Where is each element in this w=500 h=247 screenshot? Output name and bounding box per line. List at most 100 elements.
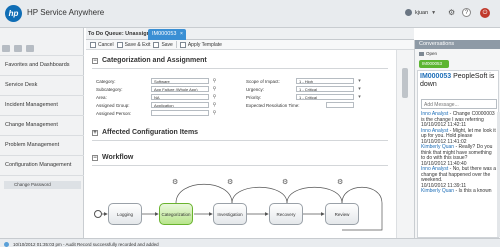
workflow-stage-investigation[interactable]: Investigation	[213, 203, 247, 225]
workflow-stage-recovery[interactable]: Recovery	[269, 203, 303, 225]
help-icon[interactable]: ?	[462, 8, 471, 17]
save-exit-button[interactable]: Save & Exit	[116, 41, 150, 48]
save-icon	[153, 41, 160, 48]
list-item: Kimberly Quan - Is this a known	[421, 188, 497, 195]
power-icon[interactable]: ⏻	[480, 8, 490, 18]
subcategory-label: Subcategory:	[96, 87, 123, 92]
list-item: Inno Analyst - Might, let me look it up …	[421, 128, 497, 146]
sidebar-item-service-desk[interactable]: Service Desk	[0, 75, 84, 95]
message-list: Inno Analyst - Change C0000003 is the ch…	[421, 111, 497, 195]
list-icon[interactable]	[26, 44, 34, 52]
workflow-stage-categorization[interactable]: Categorization	[159, 203, 193, 225]
user-menu[interactable]: kjuan ▼	[405, 9, 436, 16]
hp-logo: hp	[5, 5, 22, 22]
divider	[92, 140, 388, 141]
tab-record-label: IM000053	[152, 31, 177, 37]
expected-resolution-label: Expected Resolution Time:	[246, 103, 300, 108]
priority-field[interactable]: 1 - Critical	[296, 94, 354, 100]
folder-icon	[419, 51, 424, 56]
toolbar-divider	[175, 41, 177, 48]
section-categorization[interactable]: − Categorization and Assignment	[92, 57, 207, 64]
divider	[92, 165, 388, 166]
scope-field[interactable]: 1 - High	[296, 78, 354, 84]
search-icon[interactable]: ⚲	[211, 94, 218, 100]
subcategory-field[interactable]: App Failure (Whole App)	[151, 86, 209, 92]
divider	[92, 68, 388, 69]
chevron-down-icon[interactable]: ▾	[356, 78, 363, 84]
gear-icon: ⚙	[227, 178, 233, 186]
category-field[interactable]: Software	[151, 78, 209, 84]
expand-icon[interactable]: +	[92, 129, 98, 136]
section-title: Affected Configuration Items	[102, 129, 199, 136]
chevron-down-icon: ▼	[431, 9, 437, 16]
chevron-down-icon[interactable]: ▾	[356, 94, 363, 100]
priority-label: Priority:	[246, 95, 262, 100]
assigned-group-label: Assigned Group:	[96, 103, 130, 108]
add-message-input[interactable]: Add Message...	[421, 99, 497, 109]
tab-queue[interactable]: To Do Queue: Unassigned	[88, 31, 156, 37]
apply-template-button[interactable]: Apply Template	[179, 41, 222, 48]
cancel-icon	[90, 41, 96, 48]
expected-resolution-field[interactable]	[326, 102, 354, 108]
save-exit-icon	[116, 41, 123, 48]
sidebar-toolbar	[2, 43, 82, 53]
save-label: Save	[161, 41, 173, 48]
status-bar: 10/10/2012 01:35:03 pm - Audit Record su…	[0, 238, 500, 247]
workflow-stage-logging[interactable]: Logging	[108, 203, 142, 225]
cancel-button[interactable]: Cancel	[90, 41, 114, 48]
conversation-body: IM000053 PeopleSoft is down Add Message.…	[417, 70, 500, 238]
search-icon[interactable]: ⚲	[211, 102, 218, 108]
user-icon	[405, 9, 412, 16]
scope-label: Scope of Impact:	[246, 79, 280, 84]
workflow-loop-connector	[231, 186, 288, 204]
gear-icon[interactable]: ⚙	[448, 8, 455, 17]
area-label: Area:	[96, 95, 107, 100]
save-button[interactable]: Save	[153, 41, 173, 48]
message-author[interactable]: Kimberly Quan	[421, 188, 454, 194]
assigned-group-field[interactable]: Application	[151, 102, 209, 108]
workflow-start-icon	[94, 210, 102, 218]
workflow-stage-review[interactable]: Review	[325, 203, 359, 225]
record-toolbar: Cancel Save & Exit Save Apply Template	[86, 40, 414, 50]
assigned-person-field[interactable]	[151, 110, 209, 116]
search-icon[interactable]: ⚲	[211, 110, 218, 116]
section-title: Categorization and Assignment	[102, 57, 207, 64]
user-name: kjuan	[415, 9, 429, 16]
sidebar-item-incident[interactable]: Incident Management	[0, 95, 84, 115]
urgency-field[interactable]: 1 - Critical	[296, 86, 354, 92]
template-icon	[179, 41, 186, 48]
conversation-header: IM000053 PeopleSoft is down	[420, 73, 496, 89]
sidebar-item-problem[interactable]: Problem Management	[0, 135, 84, 155]
search-icon[interactable]: ⚲	[211, 78, 218, 84]
collapse-icon[interactable]: −	[92, 154, 98, 161]
gear-icon: ⚙	[172, 178, 178, 186]
tab-record[interactable]: IM000053 ×	[148, 29, 186, 40]
sidebar-subitem-change-password[interactable]: Change Password	[4, 181, 81, 189]
section-workflow[interactable]: − Workflow	[92, 154, 133, 161]
search-icon[interactable]: ⚲	[211, 86, 218, 92]
urgency-label: Urgency:	[246, 87, 265, 92]
area-field[interactable]: NA	[151, 94, 209, 100]
close-icon[interactable]: ×	[180, 31, 183, 37]
expand-icon[interactable]	[14, 44, 22, 52]
app-title: HP Service Anywhere	[27, 8, 105, 17]
form-scrollbar-thumb[interactable]	[402, 68, 408, 98]
section-affected-ci[interactable]: + Affected Configuration Items	[92, 129, 198, 136]
info-icon	[4, 241, 9, 247]
collapse-icon[interactable]	[2, 44, 10, 52]
conversation-badge[interactable]: IM000053	[419, 60, 449, 68]
workflow-loop-connector	[175, 184, 233, 204]
sidebar-item-favorites[interactable]: Favorites and Dashboards	[0, 55, 84, 75]
top-bar: hp HP Service Anywhere kjuan ▼ ⚙ ? ⏻	[0, 0, 500, 28]
category-label: Category:	[96, 79, 116, 84]
assigned-person-label: Assigned Person:	[96, 111, 132, 116]
chevron-down-icon[interactable]: ▾	[356, 86, 363, 92]
conversation-record-id[interactable]: IM000053	[420, 73, 451, 80]
sidebar-item-change[interactable]: Change Management	[0, 115, 84, 135]
message-text: - Is this a known	[454, 188, 492, 194]
collapse-icon[interactable]: −	[92, 57, 98, 64]
sidebar-item-configuration[interactable]: Configuration Management	[0, 155, 84, 175]
conversations-open-toggle[interactable]: Open	[419, 51, 437, 56]
gear-icon: ⚙	[282, 178, 288, 186]
sidebar: Favorites and Dashboards Service Desk In…	[0, 28, 84, 238]
